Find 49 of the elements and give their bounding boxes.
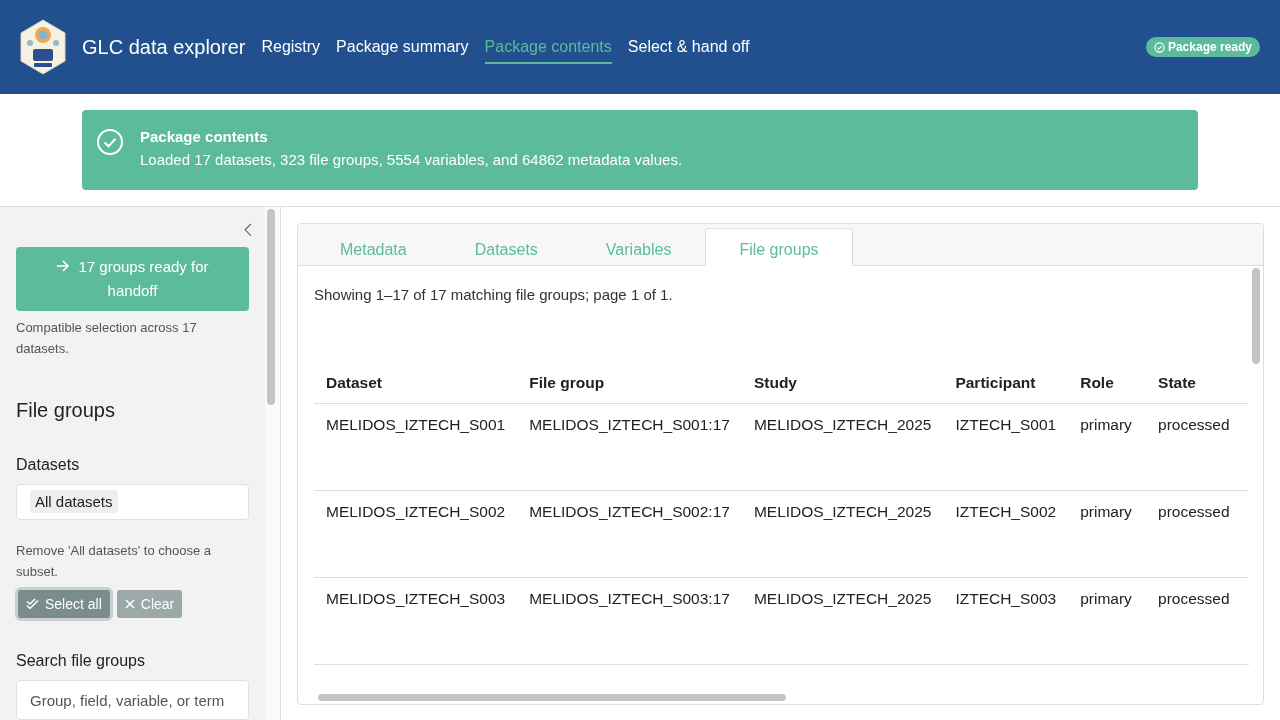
scrollbar[interactable] [265,207,281,720]
table-cell: MELIDOS_IZTECH_S003 [314,577,518,665]
table-cell: MELIDOS_IZTECH_S003:17 [517,577,742,665]
handoff-note: Compatible selection across 17 datasets. [16,318,198,358]
arrow-right-icon [56,259,71,272]
section-title: File groups [16,398,116,422]
table-cell: MELIDOS_IZTECH_2025 [741,490,944,578]
table-cell: MELIDOS_IZTECH_S001:17 [517,403,742,491]
nav-link[interactable]: Package summary [336,30,469,64]
table-cell: primary [1068,577,1147,665]
field-label: Datasets [16,455,81,474]
search-field[interactable]: Group, field, variable, or term [16,680,249,720]
column-header[interactable]: Role [1068,363,1147,404]
double-check-icon [26,598,39,610]
table-cell: IZTECH_S003 [943,577,1069,665]
datasets-select[interactable]: All datasets [16,483,249,520]
table-cell: processed [1146,577,1249,665]
column-header[interactable]: Participant [943,363,1069,404]
column-header[interactable]: State [1146,363,1249,404]
hint-text: Remove 'All datasets' to choose a subset. [16,542,212,581]
table-cell: processed [1146,490,1249,578]
table-cell: primary [1068,490,1147,578]
table-cell: primary [1068,403,1147,491]
table-cell: processed [1146,403,1249,491]
column-header[interactable]: File group [517,363,742,404]
alert-message: Loaded 17 datasets, 323 file groups, 5554 variables, and 64862 metadata values. [140,151,683,168]
logo-icon [20,19,66,75]
select-all-button[interactable]: Select all [18,590,110,618]
status-text: Package ready [1167,40,1252,54]
table-cell: IZTECH_S002 [943,490,1069,578]
collapse-icon[interactable] [243,223,253,237]
field-label: Search file groups [16,652,146,670]
column-header[interactable]: Study [741,363,944,404]
close-icon [124,599,135,609]
table-cell: MELIDOS_IZTECH_S002 [314,490,518,578]
nav-link[interactable]: Select & hand off [627,30,750,64]
nav-link[interactable]: Registry [261,30,321,64]
alert-title: Package contents [140,128,269,145]
column-header[interactable]: Dataset [314,363,518,404]
results-summary: Showing 1–17 of 17 matching file groups; page 1 of 1. [314,286,674,303]
table-cell: MELIDOS_IZTECH_2025 [741,577,944,665]
table-cell: MELIDOS_IZTECH_2025 [741,403,944,491]
table-cell: MELIDOS_IZTECH_S002:17 [517,490,742,578]
table-cell: MELIDOS_IZTECH_S001 [314,403,518,491]
check-circle-icon [1153,41,1165,53]
table-cell: IZTECH_S001 [943,403,1069,491]
dataset-chip[interactable]: All datasets [30,490,118,514]
check-circle-icon [96,128,124,156]
app-title: GLC data explorer [82,35,246,59]
